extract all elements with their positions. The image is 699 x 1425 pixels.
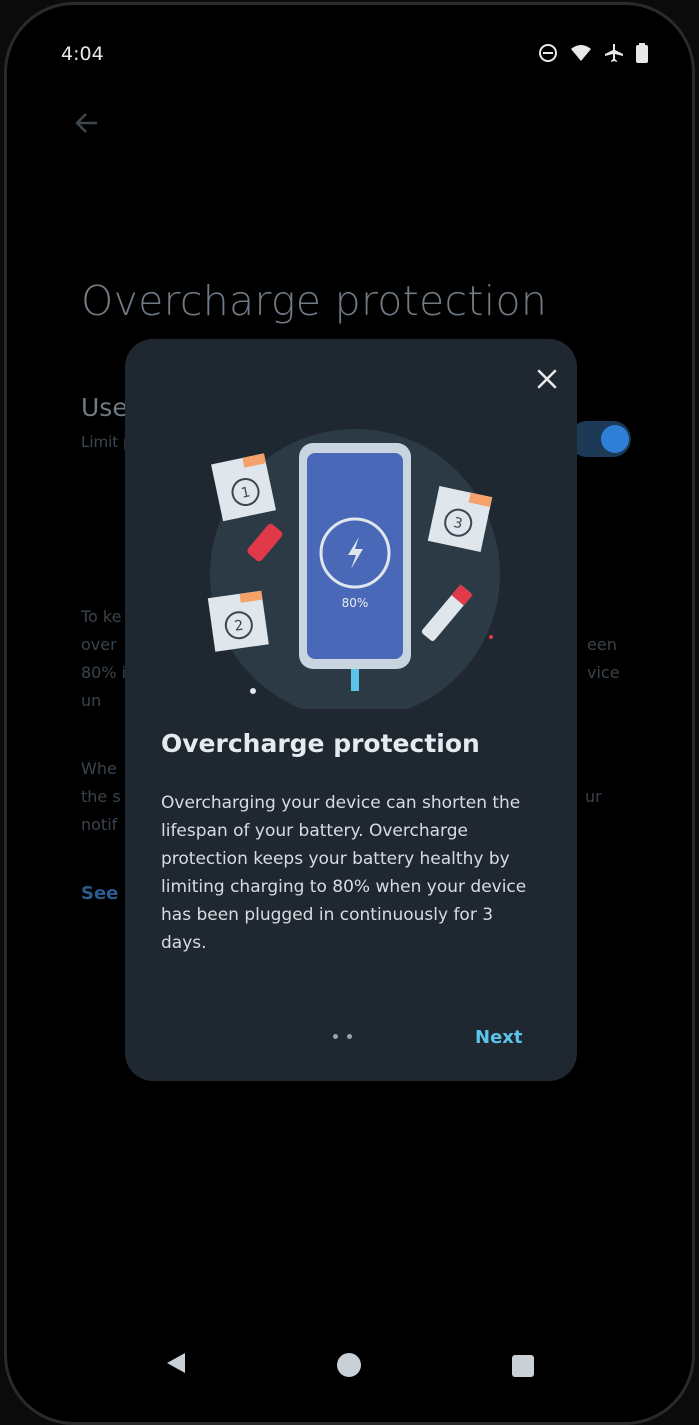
page-title: Overcharge protection — [81, 277, 548, 325]
see-more-link[interactable]: See l — [81, 883, 131, 904]
page-dot-2 — [347, 1034, 352, 1039]
overcharge-protection-dialog: 1 2 3 80% Overcharge protection Overchar… — [125, 339, 577, 1081]
description-paragraph-1-right: een vice — [587, 635, 620, 682]
nav-home-button[interactable] — [337, 1353, 361, 1377]
phone-screen: 4:04 Overcharge protection Use Limit plu… — [4, 2, 695, 1425]
overcharge-toggle[interactable] — [569, 421, 631, 457]
close-icon — [536, 368, 558, 394]
next-button[interactable]: Next — [475, 1027, 523, 1048]
nav-back-button[interactable] — [161, 1350, 191, 1380]
setting-row-title: Use — [81, 393, 128, 422]
svg-text:80%: 80% — [342, 596, 369, 610]
back-arrow-icon[interactable] — [73, 109, 101, 141]
page-indicator[interactable] — [333, 1034, 352, 1039]
dialog-body: Overcharging your device can shorten the… — [161, 793, 527, 953]
toggle-knob — [601, 425, 629, 453]
back-triangle-icon — [165, 1351, 187, 1379]
page-dot-1 — [333, 1034, 338, 1039]
dialog-title: Overcharge protection — [161, 729, 480, 758]
charging-illustration: 1 2 3 80% — [205, 429, 505, 719]
description-paragraph-2-right: ur — [585, 787, 602, 806]
nav-recents-button[interactable] — [512, 1355, 534, 1377]
close-button[interactable] — [525, 359, 569, 403]
